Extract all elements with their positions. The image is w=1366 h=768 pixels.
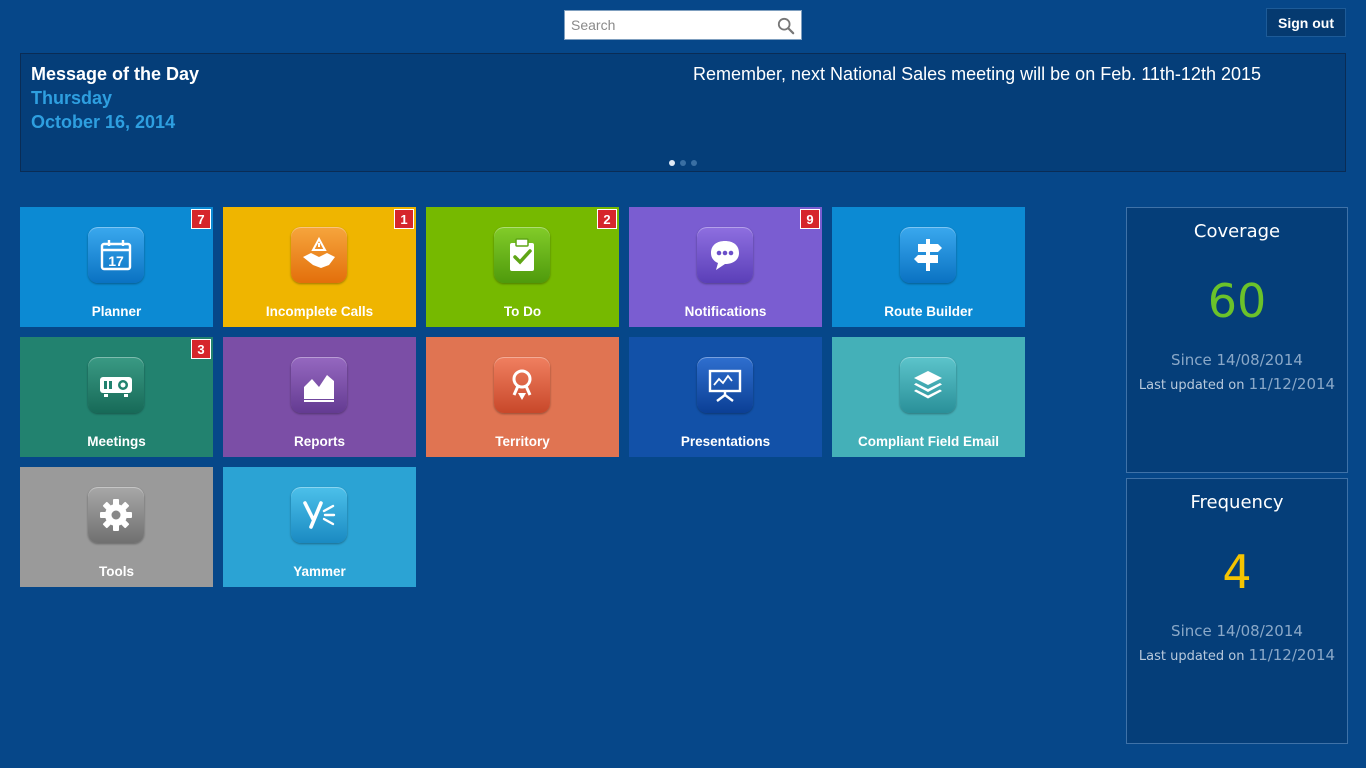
tile-presentations[interactable]: Presentations	[629, 337, 822, 457]
tile-label: Presentations	[680, 434, 771, 449]
tile-label: Tools	[99, 564, 134, 579]
count-badge: 9	[800, 209, 820, 229]
count-badge: 1	[394, 209, 414, 229]
motd-pager	[669, 160, 697, 166]
count-badge: 2	[597, 209, 617, 229]
tile-compliant-field-email[interactable]: Compliant Field Email	[832, 337, 1025, 457]
tile-label: Incomplete Calls	[265, 304, 374, 319]
tile-label: Territory	[495, 434, 550, 449]
presentation-board-icon	[708, 369, 742, 402]
stat-since: Since 14/08/2014	[1171, 351, 1303, 369]
meetings-icon-box	[88, 357, 144, 413]
pager-dot-3[interactable]	[691, 160, 697, 166]
reports-icon-box	[291, 357, 347, 413]
motd-message: Remember, next National Sales meeting wi…	[693, 64, 1261, 84]
search-icon[interactable]	[777, 17, 795, 35]
gear-icon	[100, 499, 132, 531]
tile-to-do[interactable]: To Do 2	[426, 207, 619, 327]
yammer-icon	[303, 501, 336, 529]
clipboard-check-icon	[510, 238, 534, 271]
tile-planner[interactable]: 17 Planner 7	[20, 207, 213, 327]
updated-date: 11/12/2014	[1248, 375, 1336, 393]
layers-mail-icon	[914, 371, 942, 399]
tile-label: Meetings	[87, 434, 146, 449]
signpost-icon	[914, 239, 942, 271]
projector-icon	[100, 377, 132, 397]
territory-icon-box	[494, 357, 550, 413]
tile-label: Planner	[91, 304, 142, 319]
stat-updated: Last updated on 11/12/2014	[1127, 375, 1347, 393]
incomplete-calls-icon-box	[291, 227, 347, 283]
map-pin-icon	[512, 369, 532, 400]
area-chart-icon	[304, 375, 334, 402]
calendar-icon: 17	[100, 240, 132, 271]
tile-label: Route Builder	[884, 304, 973, 319]
presentations-icon-box	[697, 357, 753, 413]
tile-route-builder[interactable]: Route Builder	[832, 207, 1025, 327]
tile-reports[interactable]: Reports	[223, 337, 416, 457]
motd-title: Message of the Day	[31, 64, 200, 84]
notifications-icon-box	[697, 227, 753, 283]
handshake-icon	[303, 236, 335, 268]
frequency-panel: Frequency 4 Since 14/08/2014 Last update…	[1126, 478, 1348, 744]
route-builder-icon-box	[900, 227, 956, 283]
tile-yammer[interactable]: Yammer	[223, 467, 416, 587]
updated-prefix: Last updated on	[1138, 378, 1249, 393]
coverage-panel: Coverage 60 Since 14/08/2014 Last update…	[1126, 207, 1348, 473]
compliant-field-email-icon-box	[900, 357, 956, 413]
stat-updated: Last updated on 11/12/2014	[1127, 646, 1347, 664]
yammer-icon-box	[291, 487, 347, 543]
stat-title: Coverage	[1193, 221, 1281, 242]
chat-bubble-icon	[711, 241, 739, 270]
tile-tools[interactable]: Tools	[20, 467, 213, 587]
count-badge: 7	[191, 209, 211, 229]
to-do-icon-box	[494, 227, 550, 283]
stat-value: 60	[1207, 274, 1267, 328]
pager-dot-1[interactable]	[669, 160, 675, 166]
count-badge: 3	[191, 339, 211, 359]
search-input[interactable]	[565, 11, 775, 39]
tile-label: Notifications	[684, 304, 767, 319]
stat-title: Frequency	[1190, 492, 1284, 513]
tile-label: Compliant Field Email	[857, 434, 1000, 449]
motd-day: Thursday	[31, 88, 113, 108]
tile-label: To Do	[503, 304, 542, 319]
planner-icon-box: 17	[88, 227, 144, 283]
updated-prefix: Last updated on	[1138, 649, 1249, 664]
tile-territory[interactable]: Territory	[426, 337, 619, 457]
updated-date: 11/12/2014	[1248, 646, 1336, 664]
pager-dot-2[interactable]	[680, 160, 686, 166]
tile-incomplete-calls[interactable]: Incomplete Calls 1	[223, 207, 416, 327]
sign-out-button[interactable]: Sign out	[1266, 8, 1346, 37]
stat-value: 4	[1222, 545, 1252, 599]
message-of-the-day-panel: Message of the Day Thursday October 16, …	[20, 53, 1346, 172]
motd-date: October 16, 2014	[31, 112, 176, 132]
tile-label: Yammer	[293, 564, 346, 579]
tile-meetings[interactable]: Meetings 3	[20, 337, 213, 457]
tools-icon-box	[88, 487, 144, 543]
svg-text:17: 17	[108, 253, 124, 269]
stat-since: Since 14/08/2014	[1171, 622, 1303, 640]
tile-label: Reports	[293, 434, 345, 449]
tile-notifications[interactable]: Notifications 9	[629, 207, 822, 327]
search-box[interactable]	[564, 10, 802, 40]
